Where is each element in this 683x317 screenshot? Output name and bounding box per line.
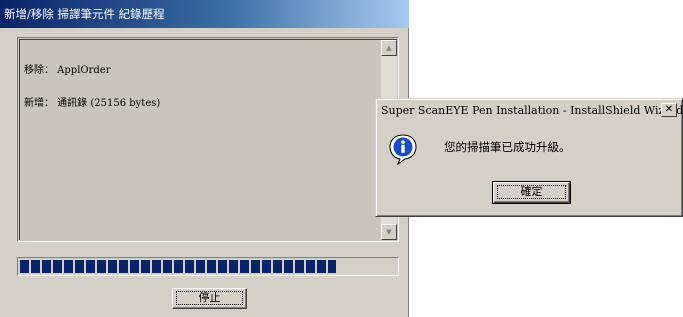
progress-fill: [20, 260, 336, 273]
dialog-title: Super ScanEYE Pen Installation - Install…: [381, 104, 683, 117]
completion-dialog: Super ScanEYE Pen Installation - Install…: [375, 98, 683, 217]
scroll-up-button[interactable]: ▲: [381, 40, 397, 56]
log-line: 新增： 通訊錄 (25156 bytes): [24, 98, 161, 109]
ok-button-label: 確定: [497, 185, 566, 199]
log-listbox[interactable]: 移除： ApplOrder 新增： 通訊錄 (25156 bytes) ▲ ▼: [17, 37, 399, 242]
dialog-titlebar: Super ScanEYE Pen Installation - Install…: [379, 102, 683, 120]
ok-button[interactable]: 確定: [492, 181, 571, 204]
log-listbox-frame: 移除： ApplOrder 新增： 通訊錄 (25156 bytes) ▲ ▼: [19, 39, 397, 240]
main-window: 新增/移除 掃譯筆元件 紀錄歷程 移除： ApplOrder 新增： 通訊錄 (…: [0, 0, 409, 317]
log-line: 移除： ApplOrder: [24, 65, 111, 76]
log-lines: 移除： ApplOrder 新增： 通訊錄 (25156 bytes): [24, 43, 160, 131]
progress-track: [20, 260, 396, 273]
dialog-message: 您的掃描筆已成功升級。: [444, 140, 571, 154]
main-window-title: 新增/移除 掃譯筆元件 紀錄歷程: [0, 0, 409, 28]
stop-button-label: 停止: [176, 291, 243, 305]
close-button[interactable]: ✕: [661, 103, 677, 117]
stop-button[interactable]: 停止: [172, 288, 247, 309]
info-icon: [389, 134, 417, 165]
progress-bar: [17, 257, 399, 276]
scroll-down-button[interactable]: ▼: [381, 224, 397, 240]
